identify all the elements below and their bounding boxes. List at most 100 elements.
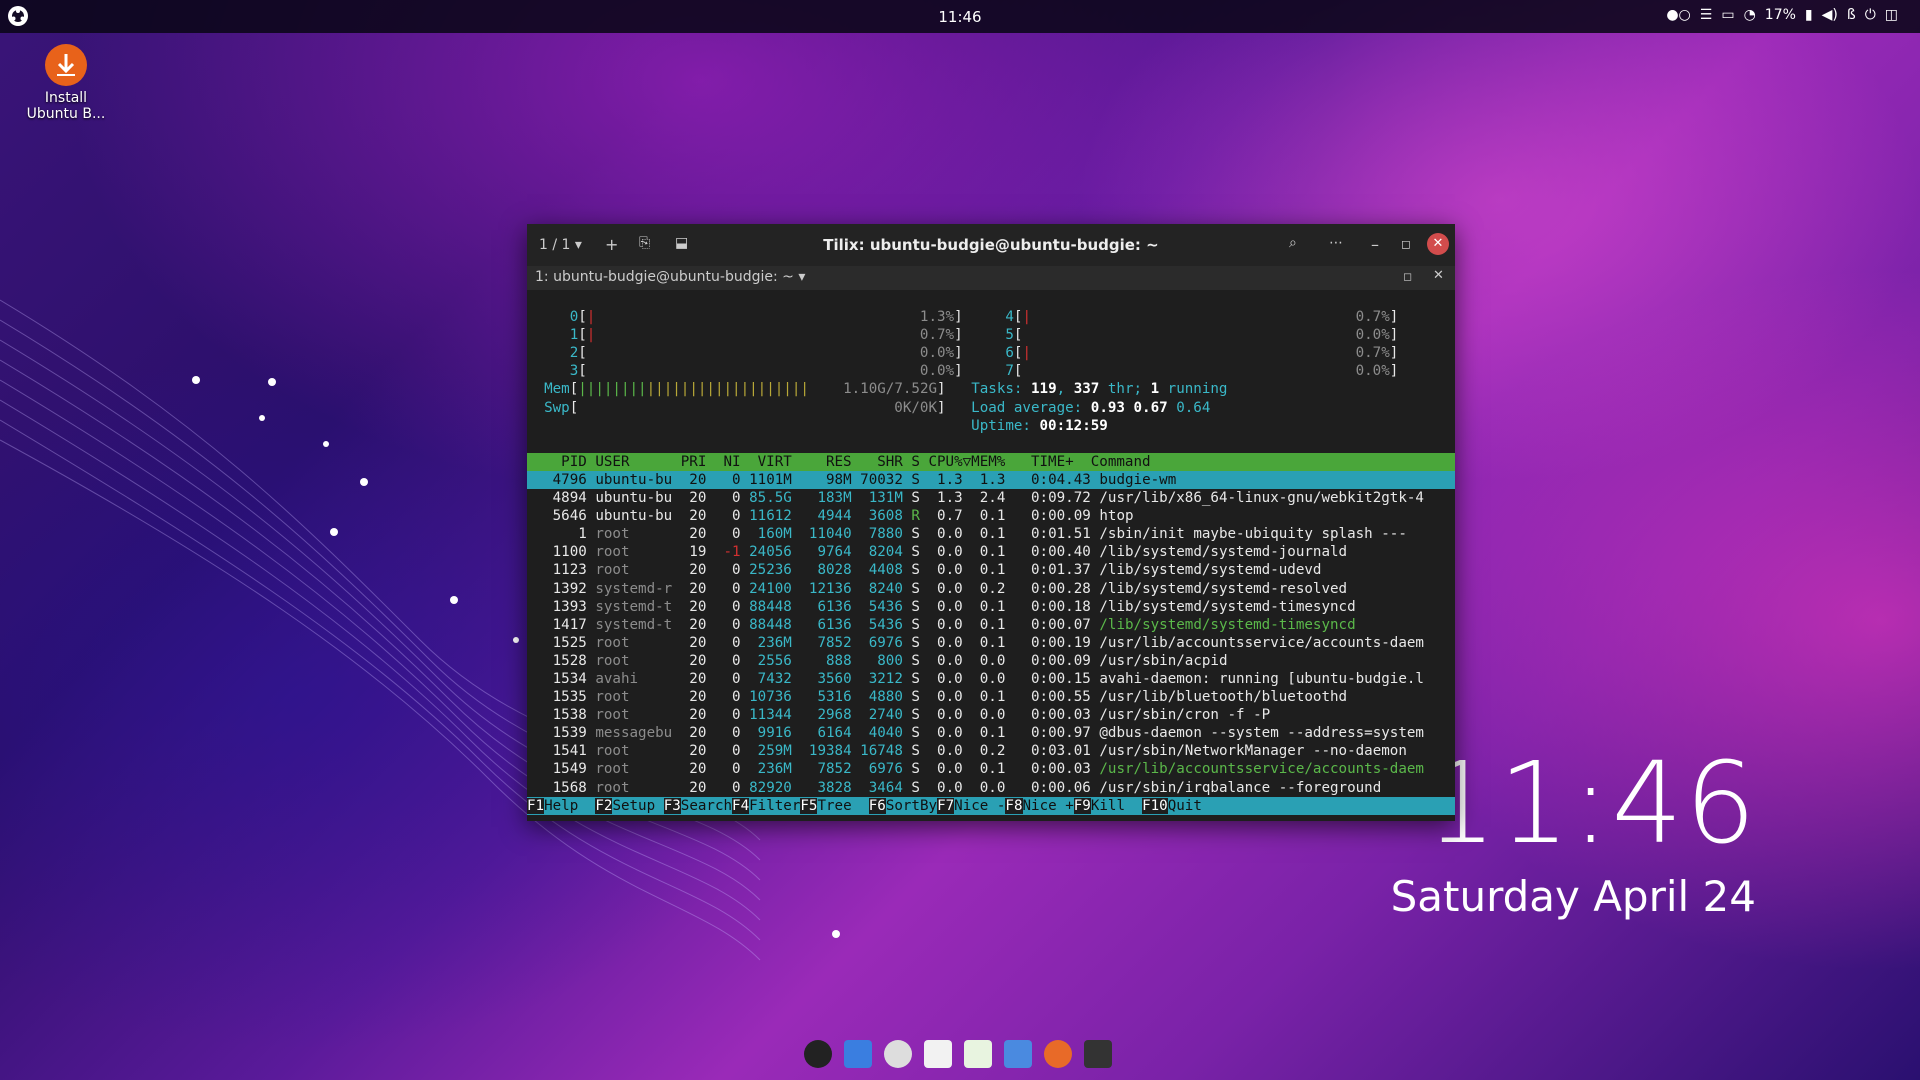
shr-cell: 2740: [860, 707, 912, 724]
budgie-menu-dock-icon[interactable]: [804, 1040, 832, 1068]
ni-cell: 0: [714, 652, 750, 669]
state-cell: S: [911, 689, 929, 706]
search-icon[interactable]: ⌕: [1289, 235, 1297, 251]
maximize-icon[interactable]: ◻: [1401, 237, 1411, 251]
res-cell: 3828: [800, 779, 861, 796]
res-cell: 2968: [800, 707, 861, 724]
user-cell: ubuntu-bu: [595, 508, 681, 525]
terminal-titlebar[interactable]: 1 / 1 ▾ + ⎘ ⬓ Tilix: ubuntu-budgie@ubunt…: [527, 224, 1455, 266]
panel-clock[interactable]: 11:46: [0, 8, 1920, 26]
pri-cell: 19: [680, 544, 715, 561]
pid-cell: 1538: [527, 707, 596, 724]
ni-cell: 0: [714, 471, 750, 488]
command-cell: /lib/systemd/systemd-timesyncd: [1099, 598, 1356, 615]
terminal-window[interactable]: 1 / 1 ▾ + ⎘ ⬓ Tilix: ubuntu-budgie@ubunt…: [527, 224, 1455, 821]
fkey-f3: F3: [663, 797, 681, 814]
pid-cell: 1123: [527, 562, 596, 579]
time-cell: 0:04.43: [1013, 471, 1100, 488]
minimize-icon[interactable]: –: [1371, 235, 1379, 254]
cpu-cell: 0.0: [928, 580, 972, 597]
more-options-icon[interactable]: ⋯: [1329, 235, 1343, 251]
cpu-id: 7: [962, 363, 1014, 380]
meter-bracket: ]: [1389, 327, 1399, 344]
cpu-cell: 0.0: [928, 689, 972, 706]
terminal-tab[interactable]: 1: ubuntu-budgie@ubuntu-budgie: ~ ▾: [535, 269, 805, 285]
shr-cell: 3608: [860, 508, 912, 525]
fkey-label: Kill: [1090, 797, 1143, 814]
menu-icon[interactable]: ☰: [1700, 7, 1713, 23]
htop-text: ,: [1056, 381, 1074, 398]
table-row: 1417 systemd-t 20 0 88448 6136 5436 S 0.…: [527, 616, 1455, 634]
user-cell: root: [595, 761, 681, 778]
sidebar-icon[interactable]: ◫: [1885, 7, 1898, 23]
time-cell: 0:00.15: [1013, 670, 1100, 687]
time-cell: 0:01.37: [1013, 562, 1100, 579]
shr-cell: 3212: [860, 670, 912, 687]
ni-cell: 0: [714, 743, 750, 760]
cpu-cell: 0.0: [928, 652, 972, 669]
fkey-f7: F7: [937, 797, 955, 814]
folder-icon[interactable]: ▭: [1721, 7, 1734, 23]
power-icon[interactable]: ⏻: [1865, 7, 1876, 23]
sound-icon[interactable]: [884, 1040, 912, 1068]
ni-cell: 0: [714, 689, 750, 706]
meter-bracket: ]: [937, 381, 946, 398]
text-editor-icon[interactable]: [924, 1040, 952, 1068]
command-cell: /usr/lib/accountsservice/accounts-daem: [1099, 634, 1424, 651]
cpu-cell: 0.0: [928, 707, 972, 724]
mem-cell: 0.1: [971, 526, 1014, 543]
command-cell: /usr/sbin/acpid: [1099, 652, 1228, 669]
close-button[interactable]: ✕: [1427, 233, 1449, 255]
state-cell: S: [911, 562, 929, 579]
meter-bracket: [: [569, 381, 579, 398]
fkey-fill: [1202, 798, 1455, 814]
cpu-meter-row: 3[ 0.0%] 7[ 0.0%]: [527, 362, 1455, 380]
desktop-icon-install-ubuntu[interactable]: Install Ubuntu B...: [18, 44, 114, 122]
battery-icon[interactable]: ▮: [1805, 7, 1813, 23]
user-cell: root: [595, 526, 681, 543]
virt-cell: 85.5G: [749, 490, 801, 507]
mem-cell: 0.0: [971, 670, 1014, 687]
cpu-percent: 0.0%: [1030, 327, 1390, 344]
state-cell: S: [911, 580, 929, 597]
cpu-cell: 0.0: [928, 562, 972, 579]
fkey-label: SortBy: [885, 797, 938, 814]
time-cell: 0:09.72: [1013, 490, 1100, 507]
files-icon[interactable]: [1004, 1040, 1032, 1068]
battery-percent[interactable]: 17%: [1765, 7, 1796, 23]
time-cell: 0:00.19: [1013, 634, 1100, 651]
bluetooth-icon[interactable]: ß: [1847, 7, 1856, 23]
shr-cell: 5436: [860, 616, 912, 633]
desktop-clock-time: 11:46: [1425, 739, 1758, 869]
wifi-icon[interactable]: ◔: [1744, 7, 1756, 23]
spreadsheet-icon[interactable]: [964, 1040, 992, 1068]
pri-cell: 20: [680, 634, 715, 651]
terminal-maximize-icon[interactable]: ◻: [1403, 270, 1412, 283]
table-row: 1568 root 20 0 82920 3828 3464 S 0.0 0.0…: [527, 779, 1455, 797]
firefox-icon[interactable]: [1044, 1040, 1072, 1068]
state-cell: S: [911, 743, 929, 760]
virt-cell: 11344: [749, 707, 801, 724]
terminal-close-icon[interactable]: ✕: [1433, 268, 1444, 283]
table-row: 1541 root 20 0 259M 19384 16748 S 0.0 0.…: [527, 742, 1455, 760]
cpu-bar: |: [1022, 345, 1031, 362]
terminal-icon[interactable]: [1084, 1040, 1112, 1068]
htop-output[interactable]: 0[| 1.3%] 4[| 0.7%] 1[| 0.7%] 5[ 0.0%] 2…: [527, 290, 1455, 821]
state-cell: R: [911, 508, 929, 525]
mem-cell: 0.1: [971, 508, 1014, 525]
state-cell: S: [911, 544, 929, 561]
volume-icon[interactable]: ◀): [1822, 7, 1838, 23]
meter-bracket: ]: [954, 363, 963, 380]
pid-cell: 1549: [527, 761, 596, 778]
blue-app-icon[interactable]: [844, 1040, 872, 1068]
cpu-bar: |: [1022, 309, 1031, 326]
res-cell: 6164: [800, 725, 861, 742]
cpu-cell: 0.0: [928, 670, 972, 687]
mem-cell: 0.1: [971, 598, 1014, 615]
command-cell: /lib/systemd/systemd-udevd: [1099, 562, 1322, 579]
pri-cell: 20: [680, 725, 715, 742]
workspace-indicator-icon[interactable]: ●○: [1666, 7, 1690, 23]
mem-meter-row: Mem[||||||||||||||||||||||||||| 1.10G/7.…: [527, 380, 1455, 398]
